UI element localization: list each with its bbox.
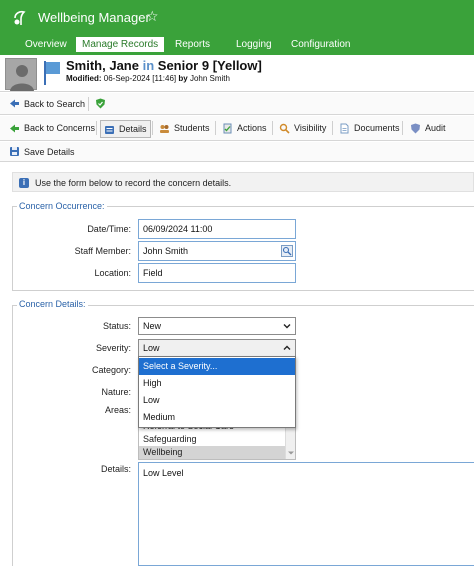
- status-select[interactable]: New: [138, 317, 296, 335]
- info-bar: i Use the form below to record the conce…: [12, 172, 474, 192]
- back-arrow-icon: [10, 124, 19, 132]
- toolbar-divider: [96, 121, 97, 135]
- app-header: Wellbeing Manager ☆: [0, 0, 474, 37]
- back-arrow-icon: [10, 99, 19, 108]
- staff-lookup-icon[interactable]: [281, 245, 293, 257]
- datetime-label: Date/Time:: [87, 224, 131, 234]
- info-icon: i: [19, 178, 29, 188]
- student-title: Smith, Jane in Senior 9 [Yellow]: [66, 58, 262, 73]
- modified-value: 06-Sep-2024 [11:46]: [103, 74, 177, 83]
- tab-documents-label: Documents: [354, 123, 400, 133]
- severity-option[interactable]: Low: [139, 392, 295, 409]
- favorite-star-icon[interactable]: ☆: [146, 9, 159, 23]
- severity-option[interactable]: Medium: [139, 409, 295, 426]
- nav-configuration[interactable]: Configuration: [285, 37, 356, 52]
- toolbar-divider: [272, 121, 273, 135]
- staff-member-label: Staff Member:: [74, 246, 131, 256]
- category-label: Category:: [91, 365, 131, 375]
- nav-manage-records[interactable]: Manage Records: [76, 37, 165, 52]
- info-text: Use the form below to record the concern…: [35, 178, 232, 188]
- visibility-icon: [279, 123, 290, 134]
- chevron-down-icon: [283, 345, 291, 350]
- back-to-search-button[interactable]: Back to Search: [9, 93, 85, 114]
- shield-button[interactable]: [95, 93, 106, 114]
- student-name: Smith, Jane: [66, 58, 139, 73]
- back-to-search-label: Back to Search: [24, 98, 86, 109]
- student-in-word: in: [142, 58, 155, 73]
- tab-students-label: Students: [174, 123, 210, 133]
- student-group: Senior 9 [Yellow]: [157, 58, 262, 73]
- status-label: Status:: [102, 321, 131, 331]
- modified-line: Modified: 06-Sep-2024 [11:46] by John Sm…: [66, 74, 230, 83]
- location-field[interactable]: Field: [138, 263, 296, 283]
- tab-details[interactable]: Details: [100, 120, 151, 138]
- save-details-label: Save Details: [24, 146, 75, 157]
- back-to-concerns-label: Back to Concerns: [24, 123, 96, 133]
- tab-actions-label: Actions: [237, 123, 267, 133]
- nav-overview[interactable]: Overview: [19, 37, 73, 52]
- actions-icon: [223, 123, 232, 133]
- toolbar-divider: [152, 121, 153, 135]
- severity-value: Low: [143, 343, 160, 353]
- app-title: Wellbeing Manager: [38, 10, 150, 25]
- toolbar-divider: [215, 121, 216, 135]
- toolbar-search: Back to Search: [0, 93, 474, 115]
- avatar: [5, 58, 37, 91]
- documents-icon: [340, 123, 349, 133]
- tab-audit-label: Audit: [425, 123, 446, 133]
- flag-icon: [44, 61, 60, 85]
- nav-reports[interactable]: Reports: [169, 37, 216, 52]
- students-icon: [160, 124, 169, 133]
- main-nav: Overview Manage Records Reports Logging …: [0, 37, 474, 52]
- tab-documents[interactable]: Documents: [339, 116, 400, 140]
- tab-actions[interactable]: Actions: [222, 116, 267, 140]
- location-label: Location:: [94, 268, 131, 278]
- toolbar-divider: [402, 121, 403, 135]
- severity-label: Severity:: [95, 343, 131, 353]
- staff-member-value: John Smith: [143, 246, 189, 256]
- app-logo-icon: [14, 10, 26, 25]
- concern-occurrence-legend: Concern Occurrence:: [17, 201, 107, 211]
- toolbar-concern: Back to Concerns Details Students Action…: [0, 116, 474, 141]
- toolbar-divider: [88, 97, 89, 111]
- nature-label: Nature:: [101, 387, 131, 397]
- severity-dropdown-list: Select a Severity... High Low Medium: [138, 356, 296, 428]
- modified-label: Modified:: [66, 74, 102, 83]
- tab-audit[interactable]: Audit: [410, 116, 446, 140]
- back-to-concerns-button[interactable]: Back to Concerns: [9, 116, 95, 140]
- status-value: New: [143, 321, 162, 331]
- chevron-down-icon: [283, 324, 291, 329]
- save-icon: [10, 147, 19, 156]
- toolbar-divider: [332, 121, 333, 135]
- areas-list-item[interactable]: Safeguarding: [139, 433, 285, 446]
- tab-visibility-label: Visibility: [294, 123, 327, 133]
- staff-member-field[interactable]: John Smith: [138, 241, 296, 261]
- areas-list-item[interactable]: Wellbeing: [139, 446, 285, 459]
- nav-logging[interactable]: Logging: [230, 37, 278, 52]
- severity-option[interactable]: High: [139, 375, 295, 392]
- details-textarea[interactable]: Low Level: [138, 462, 474, 566]
- green-shield-icon: [96, 98, 105, 109]
- details-label: Details:: [100, 464, 131, 474]
- details-icon: [105, 125, 114, 134]
- tab-students[interactable]: Students: [159, 116, 210, 140]
- modified-by-word: by: [178, 74, 188, 83]
- student-header: Smith, Jane in Senior 9 [Yellow] Modifie…: [0, 55, 474, 92]
- scroll-down-icon[interactable]: [286, 448, 296, 458]
- areas-label: Areas:: [104, 405, 131, 415]
- tab-details-label: Details: [119, 124, 147, 134]
- person-silhouette-icon: [10, 65, 34, 91]
- concern-details-legend: Concern Details:: [17, 299, 88, 309]
- audit-icon: [411, 123, 420, 133]
- severity-select[interactable]: Low: [138, 339, 296, 357]
- tab-visibility[interactable]: Visibility: [279, 116, 326, 140]
- severity-option[interactable]: Select a Severity...: [139, 358, 295, 375]
- toolbar-save: Save Details: [0, 142, 474, 162]
- save-details-button[interactable]: Save Details: [9, 142, 75, 161]
- datetime-field[interactable]: 06/09/2024 11:00: [138, 219, 296, 239]
- modified-by: John Smith: [189, 74, 230, 83]
